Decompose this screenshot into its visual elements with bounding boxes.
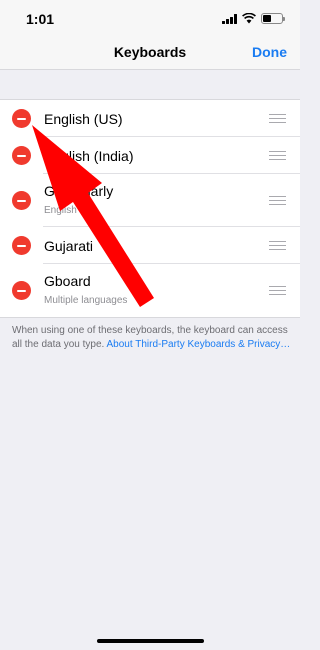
privacy-link[interactable]: About Third-Party Keyboards & Privacy… bbox=[107, 339, 291, 350]
keyboard-name: Gboard bbox=[44, 273, 91, 289]
status-bar: 1:01 bbox=[0, 0, 300, 38]
delete-minus-icon[interactable] bbox=[12, 146, 31, 165]
wifi-icon bbox=[242, 13, 256, 24]
reorder-grip-icon[interactable] bbox=[269, 241, 286, 251]
keyboard-row: English (US) bbox=[0, 100, 300, 137]
keyboard-row: Gboard Multiple languages bbox=[0, 264, 300, 317]
privacy-footer: When using one of these keyboards, the k… bbox=[12, 324, 292, 352]
keyboard-subtitle: Multiple languages bbox=[44, 295, 128, 306]
keyboard-name: Grammarly bbox=[44, 183, 114, 199]
home-indicator bbox=[97, 639, 204, 643]
cellular-signal-icon bbox=[222, 14, 237, 24]
keyboard-name: English (India) bbox=[44, 148, 134, 164]
status-icons bbox=[222, 12, 285, 24]
nav-bar: Keyboards Done bbox=[0, 38, 300, 70]
reorder-grip-icon[interactable] bbox=[269, 196, 286, 206]
delete-minus-icon[interactable] bbox=[12, 236, 31, 255]
delete-minus-icon[interactable] bbox=[12, 109, 31, 128]
reorder-grip-icon[interactable] bbox=[269, 286, 286, 296]
done-button[interactable]: Done bbox=[252, 44, 287, 60]
keyboard-subtitle: English bbox=[44, 205, 77, 216]
keyboard-name: Gujarati bbox=[44, 238, 94, 254]
keyboard-name: English (US) bbox=[44, 111, 123, 127]
keyboard-list: English (US) English (India) Grammarly E… bbox=[0, 99, 300, 318]
delete-minus-icon[interactable] bbox=[12, 191, 31, 210]
reorder-grip-icon[interactable] bbox=[269, 114, 286, 124]
reorder-grip-icon[interactable] bbox=[269, 151, 286, 161]
battery-icon bbox=[261, 13, 285, 24]
keyboard-row: English (India) bbox=[0, 137, 300, 174]
keyboard-row: Gujarati bbox=[0, 227, 300, 264]
delete-minus-icon[interactable] bbox=[12, 281, 31, 300]
keyboard-row: Grammarly English bbox=[0, 174, 300, 227]
status-time: 1:01 bbox=[26, 11, 55, 27]
